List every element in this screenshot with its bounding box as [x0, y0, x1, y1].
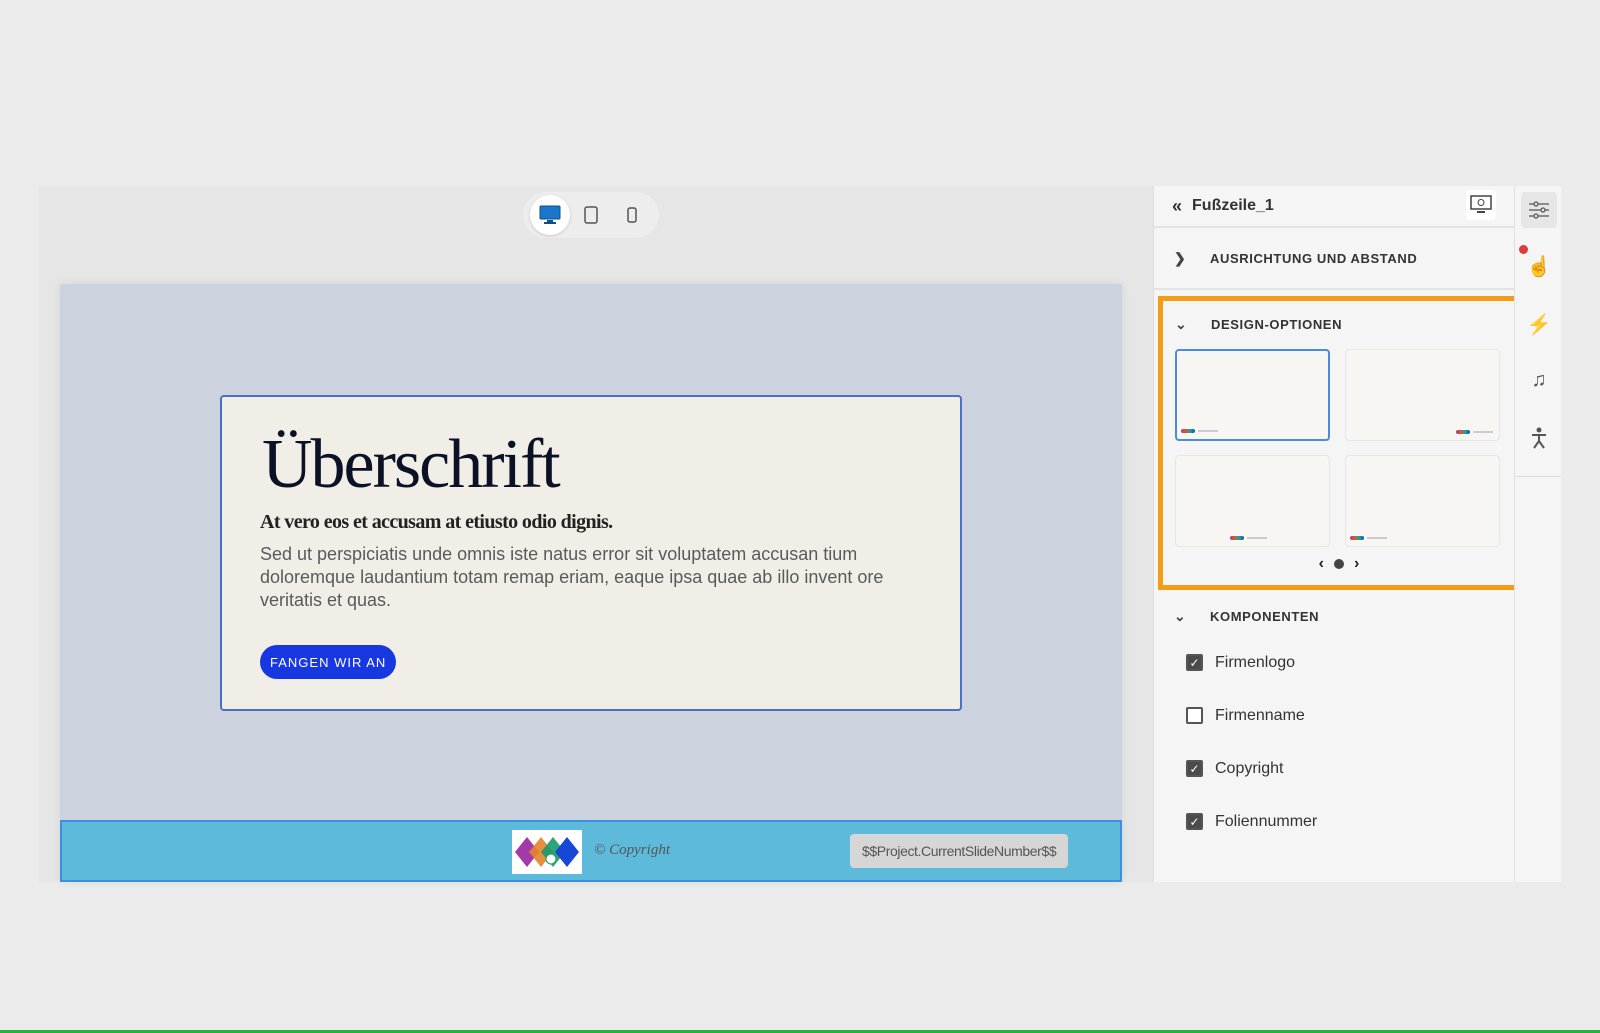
chevron-right-icon[interactable]: › — [1354, 555, 1359, 573]
slide-subheading[interactable]: At vero eos et accusam at etiusto odio d… — [260, 511, 613, 534]
properties-sliders-icon[interactable] — [1521, 192, 1557, 228]
checkbox-firmenname[interactable]: Firmenname — [1154, 689, 1514, 742]
preview-monitor-icon — [1470, 195, 1492, 213]
checkbox[interactable]: ✓ — [1186, 813, 1203, 830]
panel-title: Fußzeile_1 — [1192, 197, 1274, 214]
slide-body-text[interactable]: Sed ut perspiciatis unde omnis iste natu… — [260, 543, 940, 612]
animation-icon[interactable]: ⚡ — [1521, 306, 1557, 342]
checkbox-label: Firmenname — [1215, 706, 1305, 724]
design-options-header[interactable]: ⌄ DESIGN-OPTIONEN — [1163, 301, 1515, 337]
checkbox-foliennummer[interactable]: ✓ Foliennummer — [1154, 795, 1514, 848]
copyright-text[interactable]: © Copyright — [594, 842, 670, 859]
preview-button[interactable] — [1466, 190, 1496, 220]
company-logo[interactable] — [512, 830, 582, 874]
design-option-4[interactable] — [1345, 455, 1500, 547]
properties-panel: « Fußzeile_1 ❯ AUSRICHTUNG UND ABSTAND ⌄ D… — [1153, 186, 1520, 882]
logo-icon — [515, 837, 579, 867]
mobile-view-button[interactable] — [612, 195, 652, 235]
chevron-down-icon: ⌄ — [1174, 607, 1187, 624]
checkbox-label: Foliennummer — [1215, 812, 1318, 830]
design-option-2[interactable] — [1345, 349, 1500, 441]
checkbox-firmenlogo[interactable]: ✓ Firmenlogo — [1154, 636, 1514, 689]
section-components: ⌄ KOMPONENTEN ✓ Firmenlogo Firmenname ✓ Cop… — [1154, 596, 1514, 848]
tablet-view-button[interactable] — [571, 195, 611, 235]
checkbox[interactable]: ✓ — [1186, 760, 1203, 777]
design-option-3[interactable] — [1175, 455, 1330, 547]
slide-number-field[interactable]: $$Project.CurrentSlideNumber$$ — [850, 834, 1069, 868]
audio-music-icon[interactable]: ♫ — [1521, 362, 1557, 398]
collapse-panel-icon[interactable]: « — [1172, 196, 1182, 217]
checkbox-label: Copyright — [1215, 759, 1284, 777]
design-option-1[interactable] — [1175, 349, 1330, 441]
tablet-icon — [584, 206, 598, 224]
slide-footer[interactable]: © Copyright $$Project.CurrentSlideNumber… — [60, 820, 1122, 882]
interaction-touch-icon[interactable]: ☝ — [1521, 248, 1557, 284]
section-alignment[interactable]: ❯ AUSRICHTUNG UND ABSTAND — [1154, 228, 1514, 290]
checkbox-copyright[interactable]: ✓ Copyright — [1154, 742, 1514, 795]
chevron-down-icon: ⌄ — [1175, 315, 1188, 332]
section-design-options: ⌄ DESIGN-OPTIONEN ‹ › — [1158, 296, 1520, 590]
chevron-right-icon: ❯ — [1174, 249, 1187, 266]
rail-divider — [1515, 476, 1561, 477]
section-label: DESIGN-OPTIONEN — [1211, 316, 1343, 332]
cta-button[interactable]: FANGEN WIR AN — [260, 645, 397, 679]
section-label: KOMPONENTEN — [1210, 608, 1320, 624]
design-pager: ‹ › — [1163, 547, 1515, 573]
icon-rail: ☝ ⚡ ♫ — [1514, 186, 1561, 882]
checkbox-label: Firmenlogo — [1215, 653, 1296, 671]
slide-heading[interactable]: Überschrift — [262, 425, 561, 505]
panel-header: « Fußzeile_1 — [1154, 186, 1514, 228]
section-label: AUSRICHTUNG UND ABSTAND — [1210, 250, 1418, 266]
content-card[interactable]: Überschrift At vero eos et accusam at et… — [220, 395, 962, 711]
page-dot[interactable] — [1334, 559, 1344, 569]
components-header[interactable]: ⌄ KOMPONENTEN — [1154, 596, 1514, 636]
accessibility-icon[interactable] — [1521, 420, 1557, 456]
desktop-icon — [539, 205, 561, 224]
chevron-left-icon[interactable]: ‹ — [1319, 555, 1324, 573]
checkbox[interactable]: ✓ — [1186, 654, 1203, 671]
device-toggle — [523, 192, 659, 238]
mobile-icon — [627, 207, 638, 223]
checkbox[interactable] — [1186, 707, 1203, 724]
desktop-view-button[interactable] — [529, 195, 570, 235]
